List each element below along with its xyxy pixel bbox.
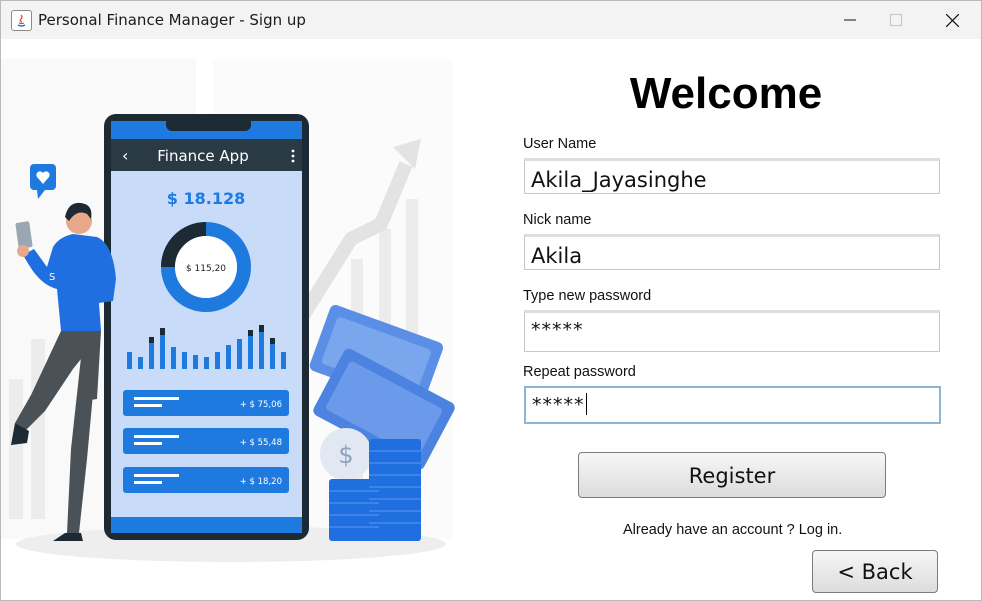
repeat-password-label: Repeat password [523, 364, 636, 380]
minimize-icon [844, 19, 856, 21]
back-button[interactable]: < Back [812, 550, 938, 593]
phone-balance: $ 18.128 [167, 189, 245, 208]
svg-text:S: S [49, 272, 55, 283]
new-password-field[interactable]: ***** [524, 310, 940, 352]
svg-text:$: $ [338, 441, 353, 469]
nickname-value: Akila [531, 244, 583, 268]
repeat-password-field[interactable]: ***** [524, 386, 941, 424]
username-label: User Name [523, 136, 597, 152]
phone-donut-value: $ 115,20 [186, 264, 226, 274]
signup-window: Personal Finance Manager - Sign up $ ‹ F… [0, 0, 982, 601]
close-icon [946, 14, 959, 27]
welcome-heading: Welcome [629, 69, 823, 118]
maximize-icon [890, 14, 902, 26]
username-field[interactable]: Akila_Jayasinghe [524, 158, 940, 194]
transaction-amount: + $ 55,48 [240, 438, 282, 448]
nickname-label: Nick name [523, 212, 592, 228]
login-link[interactable]: Already have an account ? Log in. [623, 522, 842, 538]
username-value: Akila_Jayasinghe [531, 168, 707, 192]
svg-text:‹: ‹ [122, 146, 128, 165]
minimize-button[interactable] [827, 1, 873, 39]
new-password-label: Type new password [523, 288, 652, 304]
title-bar: Personal Finance Manager - Sign up [1, 1, 981, 39]
transaction-amount: + $ 18,20 [240, 477, 282, 487]
close-button[interactable] [929, 1, 975, 39]
phone-app-title: Finance App [157, 147, 248, 165]
window-title: Personal Finance Manager - Sign up [38, 11, 306, 29]
transaction-amount: + $ 75,06 [240, 400, 282, 410]
register-button[interactable]: Register [578, 452, 886, 498]
nickname-field[interactable]: Akila [524, 234, 940, 270]
java-app-icon [11, 10, 32, 31]
finance-illustration: $ ‹ Finance App $ 18.128 $ 115,20 + $ 75… [1, 59, 455, 562]
text-caret [585, 393, 587, 415]
new-password-value: ***** [531, 319, 584, 341]
repeat-password-value: ***** [532, 394, 585, 416]
maximize-button[interactable] [873, 1, 919, 39]
